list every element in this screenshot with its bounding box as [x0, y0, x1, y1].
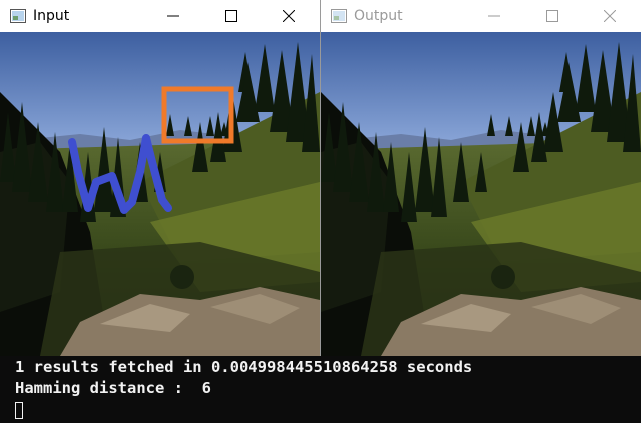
input-window-title: Input: [33, 8, 70, 24]
output-window[interactable]: Output: [321, 0, 641, 356]
input-title-bar[interactable]: Input: [0, 0, 320, 32]
maximize-icon: [225, 10, 237, 22]
scribble-stroke: [68, 134, 172, 214]
window-app-icon: [331, 9, 347, 23]
close-icon: [283, 10, 295, 22]
maximize-button[interactable]: [208, 0, 254, 32]
console-line-results: 1 results fetched in 0.00499844551086425…: [15, 358, 473, 376]
minimize-button[interactable]: [150, 0, 196, 32]
output-window-title: Output: [354, 8, 403, 24]
output-title-bar[interactable]: Output: [321, 0, 641, 32]
input-image-canvas[interactable]: [0, 32, 320, 356]
output-landscape-image: [321, 32, 641, 356]
window-app-icon: [10, 9, 26, 23]
maximize-button[interactable]: [529, 0, 575, 32]
maximize-icon: [546, 10, 558, 22]
input-annotation-layer: [68, 86, 234, 214]
block-cursor: [15, 402, 23, 419]
minimize-icon: [167, 15, 179, 17]
close-button[interactable]: [266, 0, 312, 32]
terminal-console[interactable]: 1 results fetched in 0.00499844551086425…: [0, 356, 641, 423]
output-image-canvas[interactable]: [321, 32, 641, 356]
minimize-icon: [488, 15, 500, 17]
input-window[interactable]: Input: [0, 0, 320, 356]
console-line-hamming: Hamming distance : 6: [15, 379, 211, 397]
selection-box[interactable]: [161, 86, 234, 144]
close-button[interactable]: [587, 0, 633, 32]
close-icon: [604, 10, 616, 22]
minimize-button[interactable]: [471, 0, 517, 32]
